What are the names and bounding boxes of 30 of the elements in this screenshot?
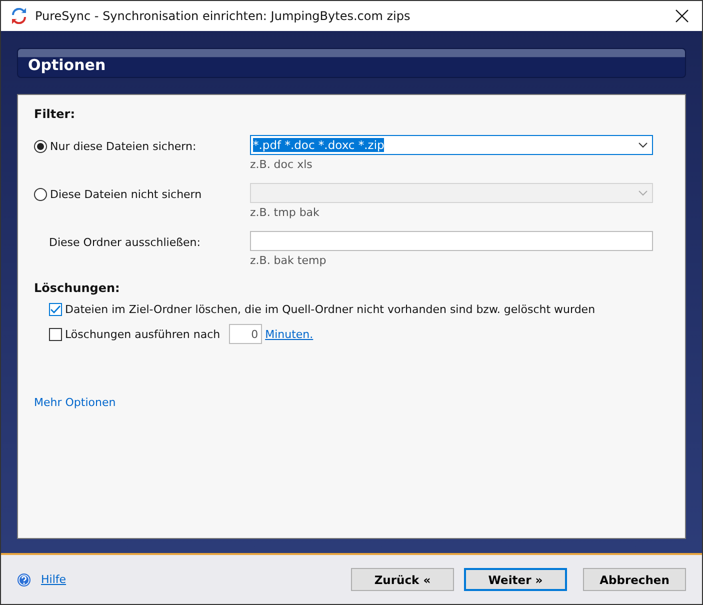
footer-button[interactable]: Abbrechen xyxy=(583,568,686,591)
chevron-down-icon[interactable] xyxy=(638,142,648,148)
checkbox[interactable] xyxy=(49,303,62,316)
selected-text: *.pdf *.doc *.doxc *.zip xyxy=(253,138,384,152)
hint-text: z.B. bak temp xyxy=(250,254,328,267)
checkbox-label: Löschungen ausführen nach xyxy=(65,328,220,340)
section-title: Optionen xyxy=(28,56,106,74)
radio-button[interactable] xyxy=(34,188,47,200)
minutes-input-field[interactable]: 0 xyxy=(229,324,262,344)
option-label: Nur diese Dateien sichern: xyxy=(50,140,196,152)
checkbox[interactable] xyxy=(49,328,62,340)
help-link[interactable]: Hilfe xyxy=(41,573,341,586)
close-icon[interactable] xyxy=(675,9,689,23)
folder-input-field[interactable] xyxy=(250,231,653,251)
more-options-link[interactable]: Mehr Optionen xyxy=(34,396,116,409)
option-label: Diese Dateien nicht sichern xyxy=(50,188,202,200)
footer-button[interactable]: Weiter » xyxy=(464,568,567,591)
section-heading: Löschungen: xyxy=(34,281,121,295)
window-title: PureSync - Synchronisation einrichten: JumpingBytes.com zips xyxy=(35,9,412,23)
radio-button[interactable] xyxy=(34,140,47,152)
filter-dropdown[interactable]: *.pdf *.doc *.doxc *.zip xyxy=(250,135,653,155)
hint-text: z.B. doc xls xyxy=(250,158,314,171)
option-label: Diese Ordner ausschließen: xyxy=(49,236,200,248)
sync-arrows-icon xyxy=(11,8,27,24)
help-icon[interactable] xyxy=(17,572,31,586)
section-heading: Filter: xyxy=(34,107,76,121)
minutes-link[interactable]: Minuten. xyxy=(265,328,314,340)
checkbox-label: Dateien im Ziel-Ordner löschen, die im Quell-Ordner nicht vorhanden sind bzw. gelöscht wurden xyxy=(65,303,596,316)
footer-button[interactable]: Zurück « xyxy=(351,568,454,591)
hint-text: z.B. tmp bak xyxy=(250,206,320,219)
